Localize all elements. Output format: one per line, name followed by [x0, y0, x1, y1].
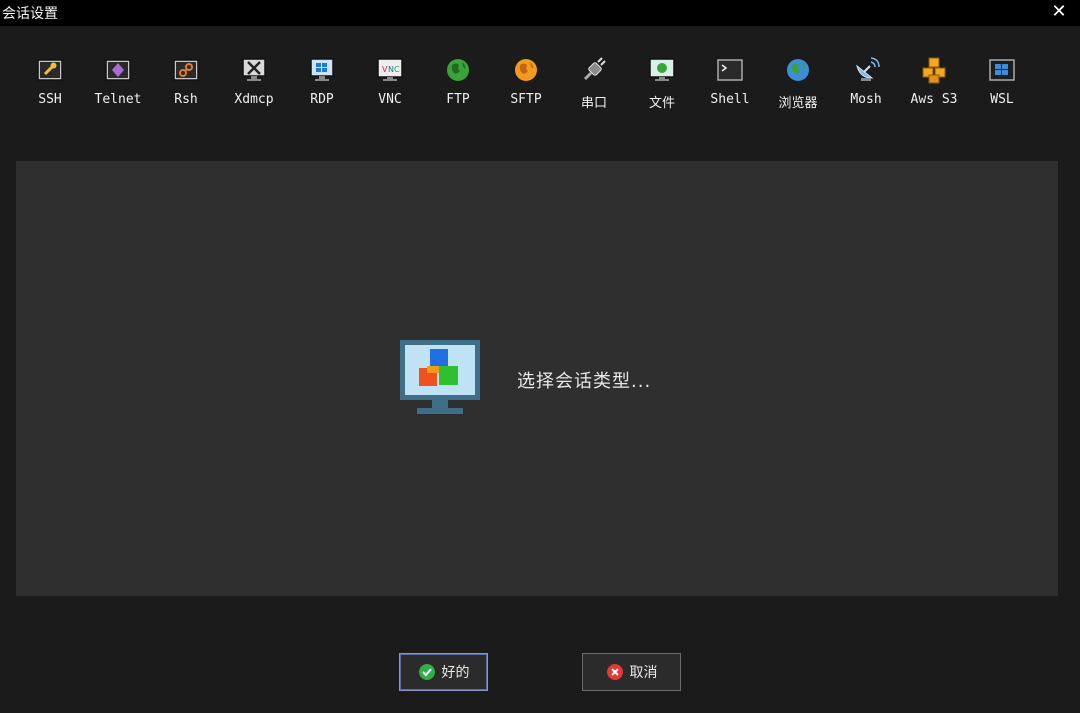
title-bar: 会话设置 ✕ [0, 0, 1080, 26]
session-type-toolbar: SSH Telnet Rsh Xdmcp RDP V N C VNC FTP S… [16, 54, 1056, 124]
mosh-satellite-icon [856, 57, 880, 81]
session-settings-panel: 选择会话类型... [16, 161, 1058, 596]
session-type-rsh[interactable]: Rsh [152, 54, 220, 116]
session-type-rdp[interactable]: RDP [288, 54, 356, 116]
svg-text:C: C [394, 65, 400, 74]
select-session-type-hint: 选择会话类型... [517, 371, 652, 392]
session-type-serial[interactable]: 串口 [560, 54, 628, 116]
tool-label: VNC [378, 92, 402, 107]
sftp-globe-icon [515, 59, 537, 81]
ftp-globe-icon [447, 59, 469, 81]
tool-label: Mosh [850, 92, 882, 107]
aws-s3-cubes-icon [922, 57, 946, 84]
window-title: 会话设置 [2, 6, 58, 22]
close-button[interactable]: ✕ [1048, 1, 1070, 23]
xdmcp-icon [242, 58, 266, 81]
rdp-icon [310, 58, 334, 81]
cancel-button[interactable]: 取消 [582, 653, 681, 691]
tool-label: SFTP [510, 92, 542, 107]
tool-label: RDP [310, 92, 334, 107]
session-type-ssh[interactable]: SSH [16, 54, 84, 116]
browser-globe-icon [787, 59, 809, 81]
session-type-aws-s3[interactable]: Aws S3 [900, 54, 968, 116]
tool-label: SSH [38, 92, 62, 107]
session-type-file[interactable]: 文件 [628, 54, 696, 116]
tool-label: 串口 [580, 96, 607, 111]
serial-plug-icon [583, 57, 606, 81]
session-type-shell[interactable]: Shell [696, 54, 764, 116]
tool-label: Telnet [94, 92, 142, 107]
check-circle-icon [418, 664, 435, 680]
session-type-sftp[interactable]: SFTP [492, 54, 560, 116]
vnc-icon: V N C [377, 58, 403, 81]
tool-label: Shell [710, 92, 750, 107]
key-icon [37, 59, 63, 81]
telnet-icon [105, 59, 131, 81]
cancel-button-label: 取消 [629, 665, 658, 681]
ok-button-label: 好的 [441, 665, 470, 681]
monitor-cubes-icon [400, 340, 480, 414]
tool-label: 文件 [648, 96, 675, 111]
ok-button[interactable]: 好的 [399, 653, 488, 691]
wsl-windows-icon [989, 59, 1015, 81]
shell-terminal-icon [717, 59, 743, 81]
session-type-wsl[interactable]: WSL [968, 54, 1036, 116]
session-type-vnc[interactable]: V N C VNC [356, 54, 424, 116]
session-type-telnet[interactable]: Telnet [84, 54, 152, 116]
session-type-xdmcp[interactable]: Xdmcp [220, 54, 288, 116]
session-type-mosh[interactable]: Mosh [832, 54, 900, 116]
tool-label: WSL [990, 92, 1014, 107]
tool-label: Xdmcp [234, 92, 274, 107]
tool-label: Rsh [174, 92, 198, 107]
tool-label: FTP [446, 92, 470, 107]
session-type-ftp[interactable]: FTP [424, 54, 492, 116]
file-icon [649, 58, 675, 81]
session-type-browser[interactable]: 浏览器 [764, 54, 832, 116]
tool-label: Aws S3 [910, 92, 958, 107]
tool-label: 浏览器 [778, 96, 818, 111]
cancel-circle-icon [606, 664, 623, 680]
rsh-icon [173, 59, 199, 81]
